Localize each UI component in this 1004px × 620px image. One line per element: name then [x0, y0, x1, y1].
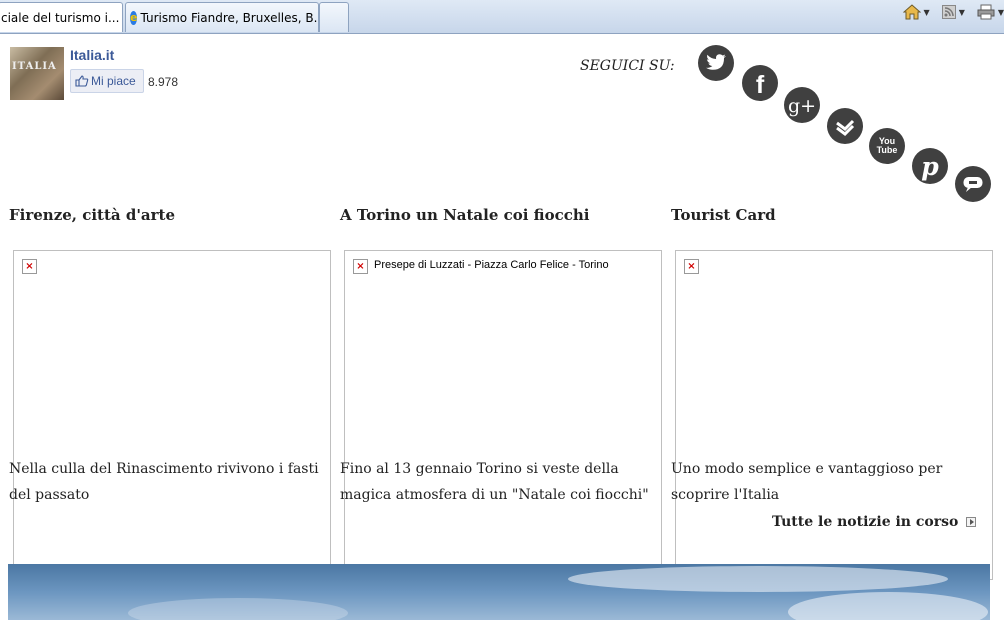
like-count: 8.978	[148, 75, 179, 89]
arrow-right-icon	[966, 517, 977, 527]
feeds-button[interactable]: ▼	[941, 5, 965, 19]
facebook-icon[interactable]: f	[742, 65, 778, 101]
chevron-down-icon[interactable]: ▼	[998, 8, 1004, 17]
chevron-down-icon[interactable]: ▼	[924, 8, 930, 17]
cloud-shape	[568, 566, 948, 592]
pinterest-icon[interactable]: p	[912, 148, 948, 184]
like-label: Mi piace	[91, 74, 136, 88]
tab-label: Turismo Fiandre, Bruxelles, B...	[140, 10, 319, 25]
broken-image-icon: ×	[22, 259, 37, 274]
news-title-torino[interactable]: A Torino un Natale coi fiocchi	[340, 206, 589, 224]
chevron-down-icon[interactable]: ▼	[959, 8, 965, 17]
tab-label: ciale del turismo i...	[1, 10, 120, 25]
command-bar: ▼ ▼ ▼	[902, 4, 1004, 20]
ie-page-icon: e	[130, 10, 138, 25]
all-news-label: Tutte le notizie in corso	[772, 514, 959, 530]
thumbs-up-icon	[75, 75, 89, 87]
home-icon	[902, 4, 921, 20]
hero-image	[8, 564, 990, 620]
google-plus-icon[interactable]: g+	[784, 87, 820, 123]
print-icon	[977, 4, 995, 20]
broken-image-icon: ×	[353, 259, 368, 274]
print-button[interactable]: ▼	[977, 4, 1004, 20]
broken-image-icon: ×	[684, 259, 699, 274]
news-description-firenze: Nella culla del Rinascimento rivivono i …	[9, 461, 319, 503]
twitter-icon[interactable]	[698, 45, 734, 81]
site-name-link[interactable]: Italia.it	[70, 47, 114, 63]
like-button[interactable]: Mi piace	[70, 69, 144, 93]
tab-turismo-italia[interactable]: ciale del turismo i... ✕	[0, 2, 123, 32]
news-title-tourist-card[interactable]: Tourist Card	[671, 206, 776, 224]
cloud-shape	[788, 592, 988, 620]
site-thumbnail[interactable]: ITALIA	[10, 47, 64, 100]
news-image-firenze[interactable]: ×	[13, 250, 331, 580]
follow-label: SEGUICI SU:	[580, 58, 675, 74]
home-button[interactable]: ▼	[902, 4, 930, 20]
news-title-firenze[interactable]: Firenze, città d'arte	[9, 206, 175, 224]
chat-icon[interactable]	[955, 166, 991, 202]
cloud-shape	[128, 598, 348, 620]
news-description-torino: Fino al 13 gennaio Torino si veste della…	[340, 461, 649, 503]
image-alt-text: Presepe di Luzzati - Piazza Carlo Felice…	[374, 259, 609, 271]
foursquare-icon[interactable]	[827, 108, 863, 144]
new-tab-button[interactable]	[319, 2, 349, 32]
news-image-tourist-card[interactable]: ×	[675, 250, 993, 580]
tab-turismo-fiandre[interactable]: e Turismo Fiandre, Bruxelles, B...	[125, 2, 319, 32]
news-description-tourist-card: Uno modo semplice e vantaggioso per scop…	[671, 461, 943, 503]
feed-icon	[941, 5, 956, 19]
browser-tab-bar: ciale del turismo i... ✕ e Turismo Fiand…	[0, 0, 1004, 34]
youtube-icon[interactable]: You Tube	[869, 128, 905, 164]
all-news-link[interactable]: Tutte le notizie in corso	[772, 514, 977, 530]
news-image-torino[interactable]: × Presepe di Luzzati - Piazza Carlo Feli…	[344, 250, 662, 580]
thumbnail-text: ITALIA	[12, 61, 57, 72]
